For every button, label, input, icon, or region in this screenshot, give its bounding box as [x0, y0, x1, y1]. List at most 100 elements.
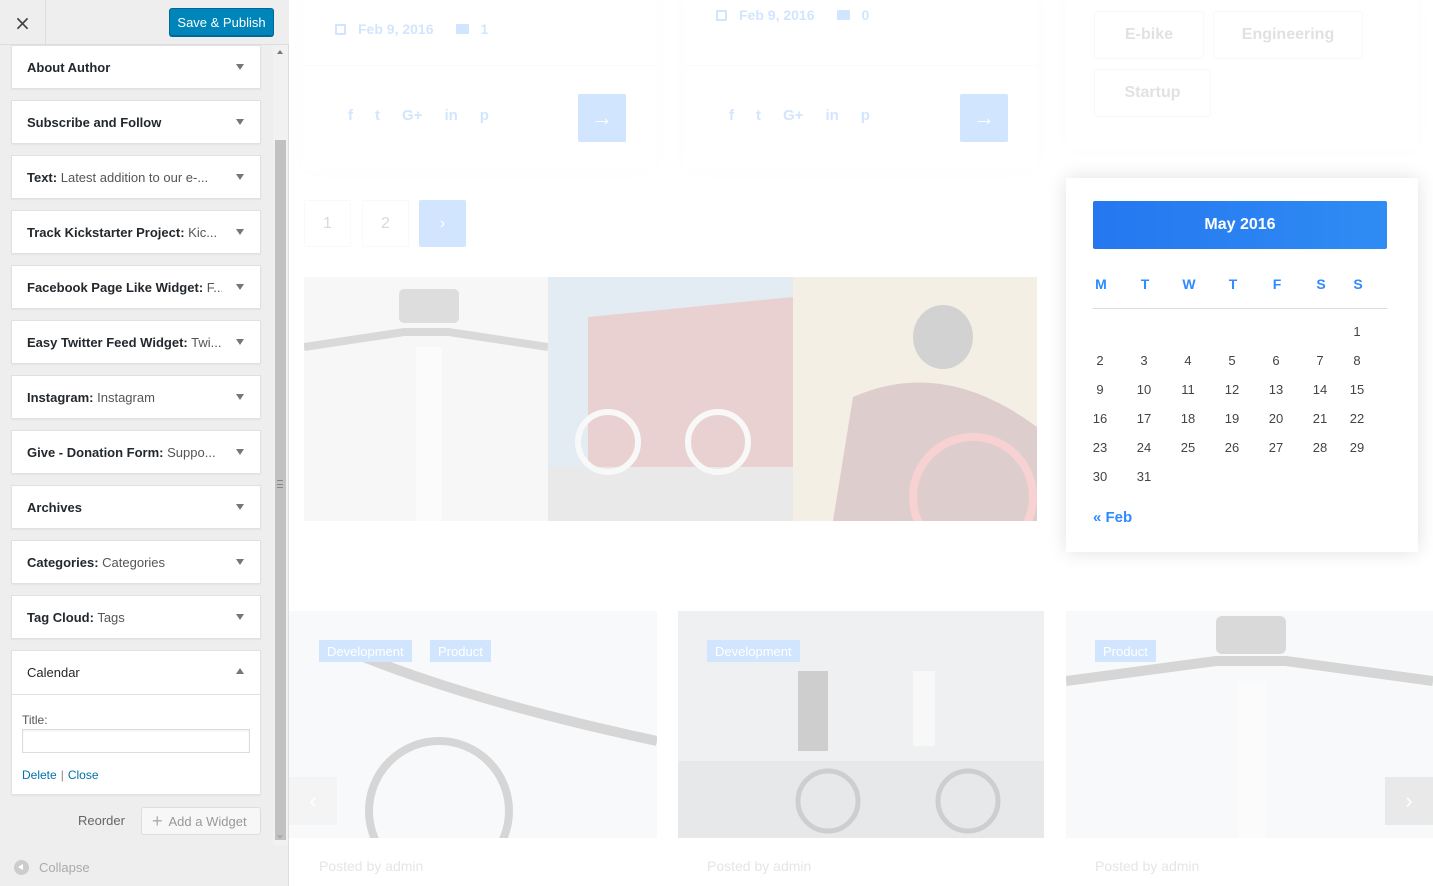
- linkedin-icon[interactable]: in: [444, 107, 457, 124]
- widget-title: Facebook Page Like Widget: F...: [27, 280, 222, 295]
- close-customizer-button[interactable]: ×: [0, 0, 46, 45]
- tag-cloud-widget: E-bike Engineering Startup: [1066, 0, 1418, 150]
- expand-arrow-icon[interactable]: [236, 284, 244, 290]
- widget-tag-cloud[interactable]: Tag Cloud: Tags: [11, 595, 261, 639]
- expand-arrow-icon[interactable]: [236, 394, 244, 400]
- close-link[interactable]: Close: [68, 768, 99, 782]
- pagination-next[interactable]: ›: [419, 200, 466, 247]
- share-icons[interactable]: f t G+ in p: [729, 107, 870, 124]
- save-publish-button[interactable]: Save & Publish: [169, 8, 274, 36]
- pagination-page[interactable]: 1: [304, 200, 351, 247]
- tag-link[interactable]: E-bike: [1094, 11, 1204, 59]
- calendar-day: 1: [1353, 324, 1361, 339]
- calendar-day: 24: [1136, 440, 1152, 455]
- scroll-up-arrow-icon[interactable]: [277, 50, 283, 54]
- weekday-label: T: [1140, 276, 1150, 292]
- widget-twitter-feed[interactable]: Easy Twitter Feed Widget: Twi...: [11, 320, 261, 364]
- calendar-day: 5: [1228, 353, 1236, 368]
- widget-title: About Author: [27, 60, 111, 75]
- add-widget-label: Add a Widget: [168, 813, 247, 829]
- expand-arrow-icon[interactable]: [236, 174, 244, 180]
- sidebar-scrollbar[interactable]: [273, 45, 288, 845]
- post-meta: Feb 9, 2016 0: [716, 7, 869, 23]
- calendar-day: 4: [1184, 353, 1192, 368]
- facebook-icon[interactable]: f: [348, 107, 353, 124]
- calendar-day: 7: [1316, 353, 1324, 368]
- google-plus-icon[interactable]: G+: [402, 107, 422, 124]
- collapse-button[interactable]: Collapse: [14, 860, 90, 875]
- weekday-label: S: [1353, 276, 1363, 292]
- comment-icon: [836, 10, 850, 20]
- post-author: Posted by admin: [707, 858, 812, 874]
- add-widget-button[interactable]: + Add a Widget: [141, 807, 261, 835]
- widget-facebook-like[interactable]: Facebook Page Like Widget: F...: [11, 265, 261, 309]
- category-label[interactable]: Product: [430, 640, 491, 662]
- expand-arrow-icon[interactable]: [236, 339, 244, 345]
- expand-arrow-icon[interactable]: [236, 119, 244, 125]
- facebook-icon[interactable]: f: [729, 107, 734, 124]
- reorder-link[interactable]: Reorder: [78, 813, 125, 828]
- expand-arrow-icon[interactable]: [236, 64, 244, 70]
- category-label[interactable]: Product: [1095, 640, 1156, 662]
- post-date: Feb 9, 2016: [358, 21, 434, 37]
- expand-arrow-icon[interactable]: [236, 559, 244, 565]
- widget-text[interactable]: Text: Latest addition to our e-...: [11, 155, 261, 199]
- linkedin-icon[interactable]: in: [825, 107, 838, 124]
- scrollbar-thumb[interactable]: [275, 140, 286, 840]
- slider-next-button[interactable]: ›: [1385, 777, 1433, 825]
- category-label[interactable]: Development: [707, 640, 800, 662]
- post-comment-count: 1: [480, 21, 489, 37]
- expand-arrow-icon[interactable]: [236, 614, 244, 620]
- calendar-day: 6: [1272, 353, 1280, 368]
- widget-kickstarter[interactable]: Track Kickstarter Project: Kic...: [11, 210, 261, 254]
- calendar-prev-month-link[interactable]: « Feb: [1093, 509, 1132, 526]
- widget-about-author[interactable]: About Author: [11, 45, 261, 89]
- bike-street-image: [548, 277, 793, 521]
- calendar-day: 17: [1136, 411, 1152, 426]
- widget-instagram[interactable]: Instagram: Instagram: [11, 375, 261, 419]
- calendar-month-title: May 2016: [1093, 201, 1387, 249]
- gallery-photo[interactable]: [548, 277, 793, 521]
- calendar-day: 11: [1181, 382, 1195, 397]
- twitter-icon[interactable]: t: [756, 107, 761, 124]
- tag-link[interactable]: Engineering: [1213, 11, 1363, 59]
- gallery-photo[interactable]: [793, 277, 1037, 521]
- post-date: Feb 9, 2016: [739, 7, 815, 23]
- widget-subscribe-follow[interactable]: Subscribe and Follow: [11, 100, 261, 144]
- pinterest-icon[interactable]: p: [861, 107, 870, 124]
- pinterest-icon[interactable]: p: [480, 107, 489, 124]
- resize-grip-icon[interactable]: [277, 480, 283, 488]
- delete-link[interactable]: Delete: [22, 768, 57, 782]
- expand-arrow-icon[interactable]: [236, 449, 244, 455]
- pagination-page[interactable]: 2: [362, 200, 409, 247]
- calendar-day: 31: [1136, 469, 1152, 484]
- calendar-day: 22: [1349, 411, 1365, 426]
- widget-title: Archives: [27, 500, 82, 515]
- customizer-sidebar: × Save & Publish About Author Subscribe …: [0, 0, 289, 886]
- weekday-label: W: [1182, 276, 1196, 292]
- collapse-arrow-icon[interactable]: [236, 668, 244, 674]
- customizer-header: × Save & Publish: [0, 0, 289, 45]
- slider-prev-button[interactable]: ‹: [289, 777, 337, 825]
- scroll-down-arrow-icon[interactable]: [277, 835, 283, 839]
- twitter-icon[interactable]: t: [375, 107, 380, 124]
- share-icons[interactable]: f t G+ in p: [348, 107, 489, 124]
- expand-arrow-icon[interactable]: [236, 504, 244, 510]
- calendar-icon: [716, 9, 727, 21]
- category-label[interactable]: Development: [319, 640, 412, 662]
- read-more-button[interactable]: →: [578, 94, 626, 142]
- expand-arrow-icon[interactable]: [236, 229, 244, 235]
- title-input[interactable]: [22, 729, 250, 753]
- read-more-button[interactable]: →: [960, 94, 1008, 142]
- google-plus-icon[interactable]: G+: [783, 107, 803, 124]
- widget-give-donation[interactable]: Give - Donation Form: Suppo...: [11, 430, 261, 474]
- calendar-day: 8: [1353, 353, 1361, 368]
- tag-link[interactable]: Startup: [1094, 69, 1211, 117]
- weekday-label: T: [1228, 276, 1238, 292]
- gallery-photo[interactable]: [304, 277, 548, 521]
- widget-archives[interactable]: Archives: [11, 485, 261, 529]
- widget-calendar[interactable]: Calendar Title: Delete | Close: [11, 650, 261, 795]
- calendar-day: 20: [1268, 411, 1284, 426]
- widget-categories[interactable]: Categories: Categories: [11, 540, 261, 584]
- widget-title: Tag Cloud: Tags: [27, 610, 125, 625]
